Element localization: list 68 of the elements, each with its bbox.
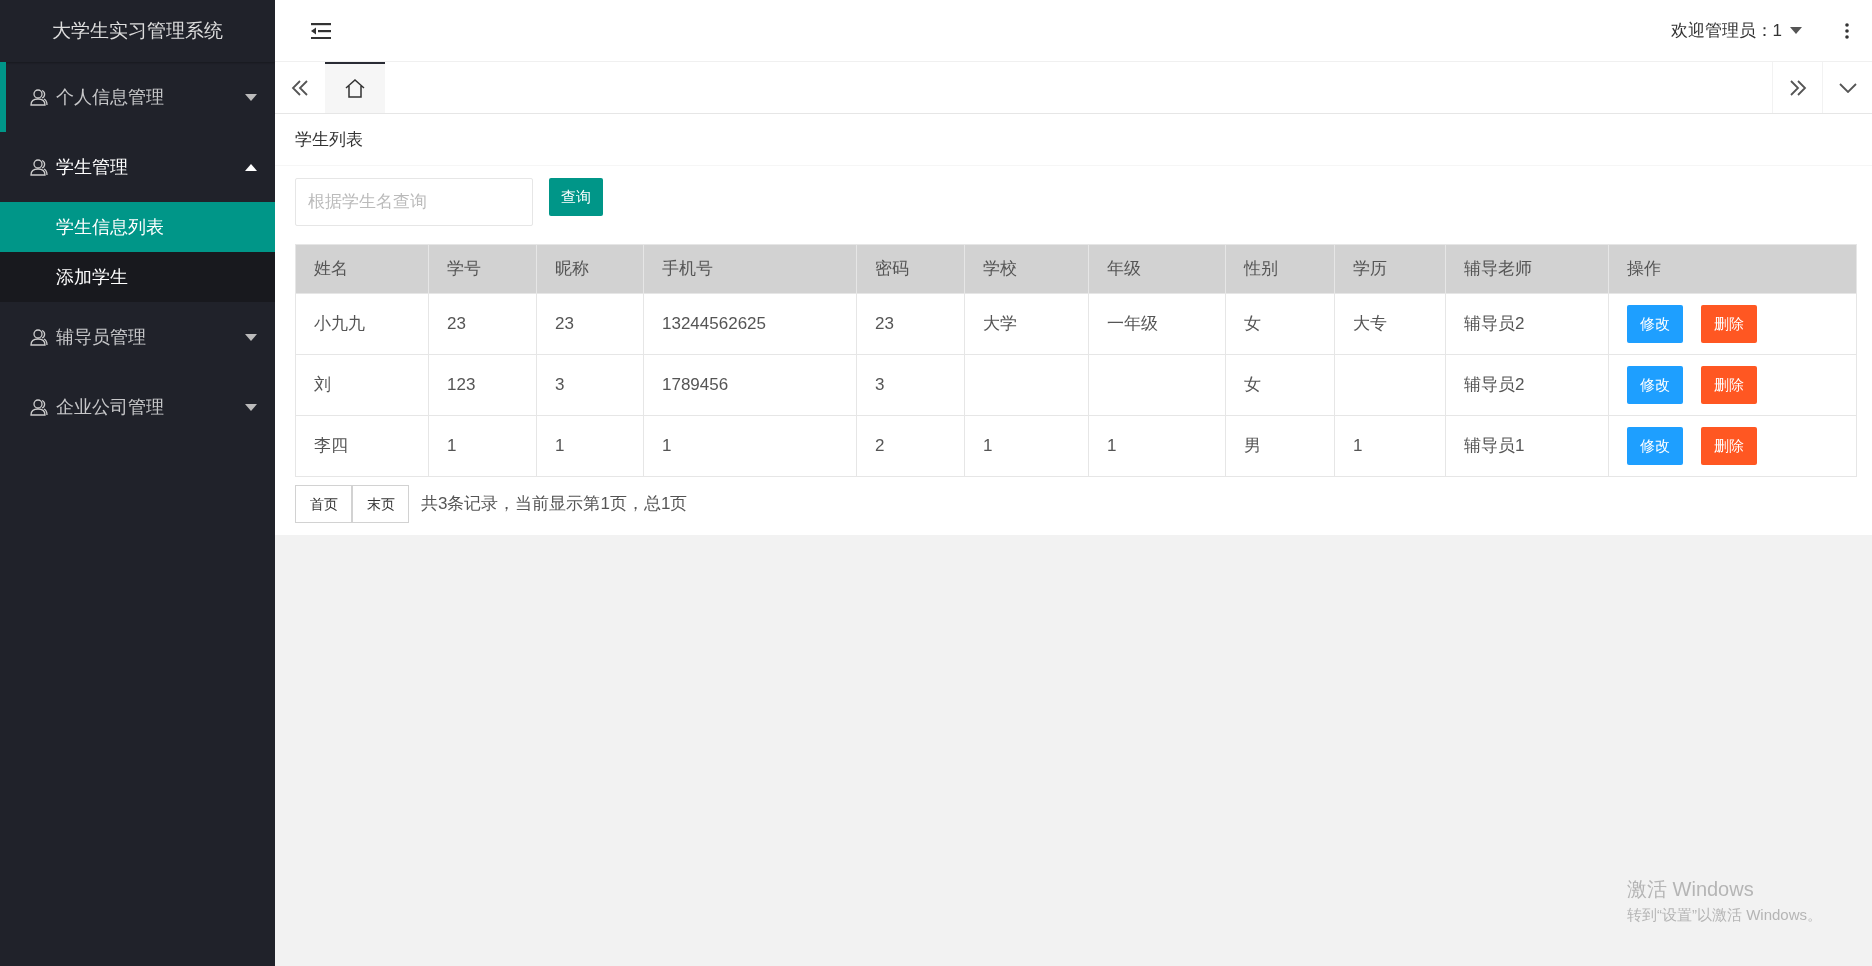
activation-title: 激活 Windows: [1627, 877, 1755, 902]
user-name[interactable]: 欢迎管理员：1: [1670, 17, 1782, 44]
table-cell: 13244562625: [643, 293, 857, 355]
column-header: 辅导老师: [1445, 244, 1609, 294]
caret-down-icon: [245, 333, 257, 341]
sidebar-group-row[interactable]: 学生管理: [0, 132, 275, 202]
table-cell: 23: [856, 293, 965, 355]
user-icon: [30, 88, 48, 106]
column-header: 姓名: [295, 244, 429, 294]
table-cell: 1: [1334, 415, 1446, 477]
pagination-summary: 共3条记录，当前显示第1页，总1页: [421, 493, 688, 516]
home-tab[interactable]: [325, 62, 385, 113]
search-field[interactable]: 根据学生名查询: [295, 178, 533, 226]
table-cell: 1: [643, 415, 857, 477]
panel-title: 学生列表: [275, 114, 1872, 166]
caret-down-icon: [245, 93, 257, 101]
table-cell: 李四: [295, 415, 429, 477]
user-icon: [30, 398, 48, 416]
column-header: 密码: [856, 244, 965, 294]
column-header: 昵称: [536, 244, 644, 294]
first-page-button[interactable]: 首页: [295, 485, 352, 523]
table-cell: 小九九: [295, 293, 429, 355]
table-cell: 123: [428, 354, 537, 416]
table-cell: 男: [1225, 415, 1335, 477]
table-cell: 1: [536, 415, 644, 477]
last-page-button[interactable]: 末页: [352, 485, 409, 523]
table-cell: 大学: [964, 293, 1089, 355]
caret-down-icon: [1790, 27, 1802, 34]
column-header: 年级: [1088, 244, 1226, 294]
table-cell: 女: [1225, 354, 1335, 416]
double-chevron-left-icon: [291, 79, 309, 96]
table-cell: 23: [428, 293, 537, 355]
table-cell: 3: [856, 354, 965, 416]
table-cell: 大专: [1334, 293, 1446, 355]
sidebar-group-row[interactable]: 企业公司管理: [0, 372, 275, 442]
sidebar-subitem[interactable]: 学生信息列表: [0, 202, 275, 252]
column-header: 操作: [1608, 244, 1857, 294]
table-cell: 辅导员1: [1445, 415, 1609, 477]
chevron-down-icon: [1838, 82, 1857, 93]
caret-down-icon: [245, 403, 257, 411]
user-icon: [30, 158, 48, 176]
table-cell: 辅导员2: [1445, 293, 1609, 355]
menu-fold-icon[interactable]: [311, 22, 331, 39]
column-header: 学号: [428, 244, 537, 294]
column-header: 学校: [964, 244, 1089, 294]
sidebar-group-row[interactable]: 辅导员管理: [0, 302, 275, 372]
column-header: 性别: [1225, 244, 1335, 294]
column-header: 手机号: [643, 244, 857, 294]
search-button[interactable]: 查询: [549, 178, 603, 216]
table-cell: 3: [536, 354, 644, 416]
caret-up-icon: [245, 163, 257, 171]
table-cell: 女: [1225, 293, 1335, 355]
table-cell: 2: [856, 415, 965, 477]
app-title: 大学生实习管理系统: [0, 0, 275, 62]
table-cell: 辅导员2: [1445, 354, 1609, 416]
table-cell: 刘: [295, 354, 429, 416]
sidebar-subitem[interactable]: 添加学生: [0, 252, 275, 302]
user-icon: [30, 328, 48, 346]
table-cell: 一年级: [1088, 293, 1226, 355]
home-icon: [345, 79, 365, 98]
double-chevron-right-icon: [1788, 79, 1807, 96]
table-cell: 1789456: [643, 354, 857, 416]
table-cell: 1: [1088, 415, 1226, 477]
table-cell: 1: [964, 415, 1089, 477]
table-cell: 1: [428, 415, 537, 477]
table-cell: 23: [536, 293, 644, 355]
more-icon[interactable]: [1844, 21, 1850, 40]
column-header: 学历: [1334, 244, 1446, 294]
